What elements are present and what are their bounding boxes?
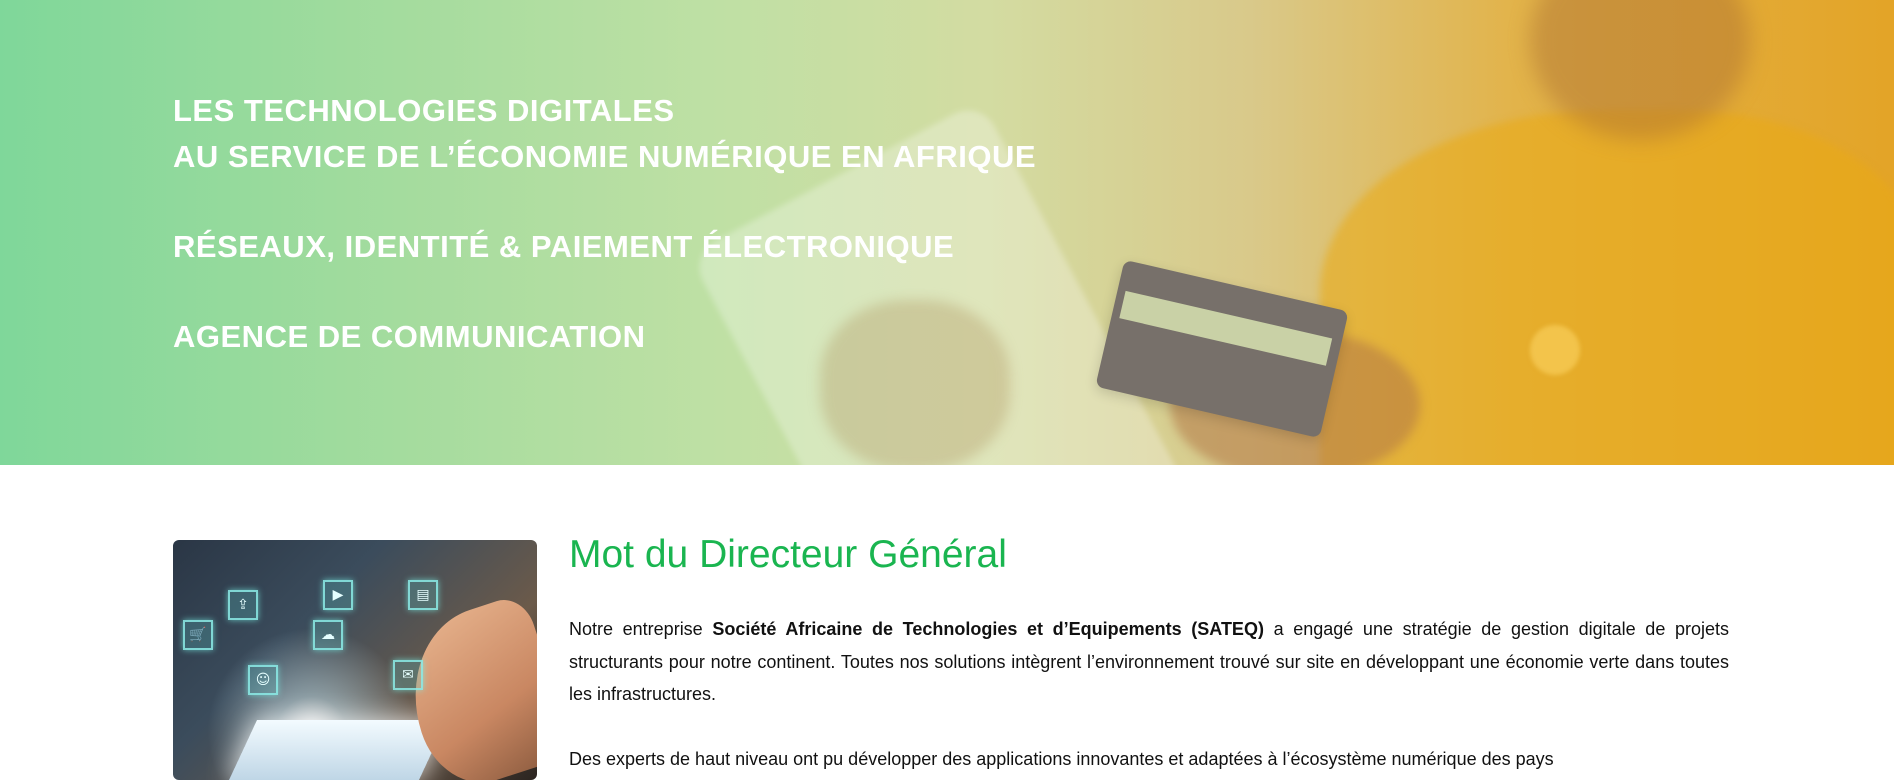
play-icon: ▶ xyxy=(323,580,353,610)
experts-paragraph: Des experts de haut niveau ont pu dévelo… xyxy=(569,749,1554,769)
cloud-icon: ☁ xyxy=(313,620,343,650)
intro-prefix: Notre entreprise xyxy=(569,619,713,639)
hero-banner: LES TECHNOLOGIES DIGITALES AU SERVICE DE… xyxy=(0,0,1894,465)
upload-icon: ⇪ xyxy=(228,590,258,620)
cart-icon: 🛒 xyxy=(183,620,213,650)
director-message-section: 🛒 ⇪ ▶ ☁ ☺ ✉ ▤ Mot du Directeur Général N… xyxy=(0,465,1894,780)
hero-headline: LES TECHNOLOGIES DIGITALES AU SERVICE DE… xyxy=(173,88,1036,360)
hero-line-4: AGENCE DE COMMUNICATION xyxy=(173,319,646,354)
mail-icon: ✉ xyxy=(393,660,423,690)
image-tablet xyxy=(229,720,447,780)
hero-line-2: AU SERVICE DE L’ÉCONOMIE NUMÉRIQUE EN AF… xyxy=(173,139,1037,174)
digital-technology-image: 🛒 ⇪ ▶ ☁ ☺ ✉ ▤ xyxy=(173,540,537,780)
company-name: Société Africaine de Technologies et d’E… xyxy=(712,619,1264,639)
hero-line-3: RÉSEAUX, IDENTITÉ & PAIEMENT ÉLECTRONIQU… xyxy=(173,229,955,264)
chart-icon: ▤ xyxy=(408,580,438,610)
user-icon: ☺ xyxy=(248,665,278,695)
section-title: Mot du Directeur Général xyxy=(569,533,1007,576)
credit-card-stripe xyxy=(1119,290,1333,366)
hero-background-shirt-button xyxy=(1530,325,1580,375)
intro-paragraph: Notre entreprise Société Africaine de Te… xyxy=(569,613,1729,711)
hero-line-1: LES TECHNOLOGIES DIGITALES xyxy=(173,93,675,128)
